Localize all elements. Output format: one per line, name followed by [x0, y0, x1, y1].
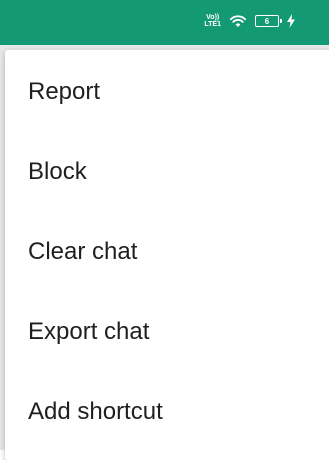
menu-item-label: Clear chat: [28, 238, 138, 265]
status-bar: Vo)) LTE1 6: [0, 0, 329, 45]
menu-item-label: Export chat: [28, 318, 150, 345]
lte-label: LTE1: [204, 21, 221, 28]
battery-icon: 6: [255, 15, 282, 27]
menu-item-block[interactable]: Block: [5, 132, 329, 212]
wifi-icon: [229, 14, 247, 28]
battery-level: 6: [264, 16, 270, 26]
menu-item-clear-chat[interactable]: Clear chat: [5, 212, 329, 292]
menu-item-export-chat[interactable]: Export chat: [5, 292, 329, 372]
menu-item-report[interactable]: Report: [5, 52, 329, 132]
overflow-menu: Report Block Clear chat Export chat Add …: [5, 50, 329, 460]
status-icons: Vo)) LTE1 6: [204, 12, 295, 30]
volte-icon: Vo)) LTE1: [204, 14, 221, 28]
menu-item-add-shortcut[interactable]: Add shortcut: [5, 372, 329, 452]
menu-item-label: Report: [28, 78, 101, 105]
volte-label: Vo)): [206, 14, 220, 21]
menu-item-label: Block: [28, 158, 87, 185]
menu-item-label: Add shortcut: [28, 398, 163, 425]
charging-icon: [287, 14, 295, 28]
